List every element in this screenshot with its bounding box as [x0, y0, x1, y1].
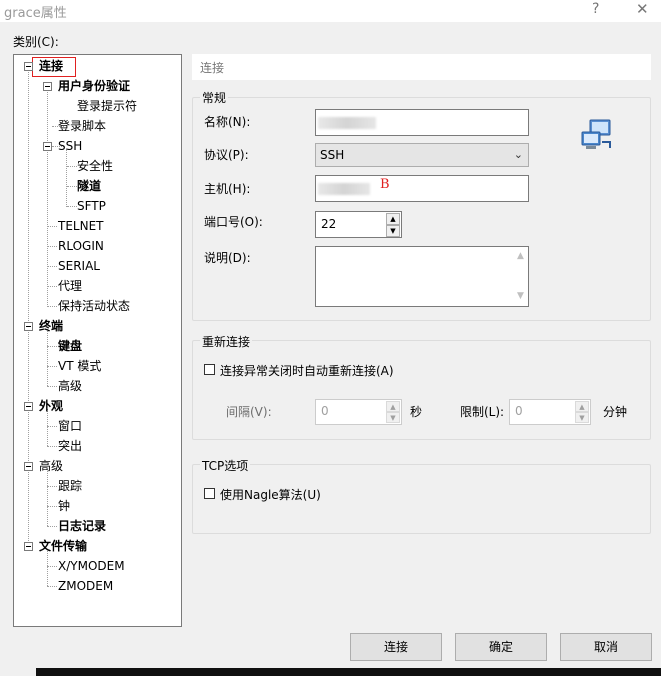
- limit-unit: 分钟: [603, 405, 628, 419]
- collapse-icon[interactable]: [24, 462, 33, 471]
- auto-reconnect-label: 连接异常关闭时自动重新连接(A): [220, 364, 394, 378]
- nagle-label: 使用Nagle算法(U): [220, 488, 321, 502]
- redacted-value: [318, 117, 376, 129]
- window-title: grace属性: [4, 6, 67, 21]
- interval-label: 间隔(V):: [226, 405, 272, 419]
- port-label: 端口号(O):: [204, 215, 263, 229]
- category-label: 类别(C):: [13, 35, 59, 49]
- reconnect-group-title: 重新连接: [200, 333, 253, 350]
- tree-item-xymodem[interactable]: X/YMODEM: [58, 557, 125, 575]
- tree-item-proxy[interactable]: 代理: [58, 277, 82, 295]
- tree-item-serial[interactable]: SERIAL: [58, 257, 100, 275]
- protocol-select[interactable]: SSH ⌄: [315, 143, 529, 167]
- taskbar-edge: [0, 668, 661, 676]
- tree-item-highlight[interactable]: 突出: [58, 437, 82, 455]
- protocol-label: 协议(P):: [204, 148, 249, 162]
- tree-item-login-prompt[interactable]: 登录提示符: [77, 97, 137, 115]
- nagle-checkbox[interactable]: [204, 488, 215, 499]
- tree-item-terminal[interactable]: 终端: [39, 317, 63, 335]
- tree-item-trace[interactable]: 跟踪: [58, 477, 82, 495]
- page-header: 连接: [192, 54, 651, 80]
- interval-stepper[interactable]: 0 ▲ ▼: [315, 399, 402, 425]
- tcp-group-title: TCP选项: [200, 457, 251, 474]
- collapse-icon[interactable]: [43, 82, 52, 91]
- tree-item-bell[interactable]: 钟: [58, 497, 70, 515]
- cancel-button[interactable]: 取消: [560, 633, 652, 661]
- close-button[interactable]: ✕: [636, 0, 649, 18]
- tree-item-auth[interactable]: 用户身份验证: [58, 77, 130, 95]
- tree-item-connection[interactable]: 连接: [39, 57, 63, 75]
- tree-item-logging[interactable]: 日志记录: [58, 517, 106, 535]
- host-label: 主机(H):: [204, 182, 251, 196]
- tree-item-rlogin[interactable]: RLOGIN: [58, 237, 104, 255]
- reconnect-group: [192, 340, 651, 440]
- spin-down-icon[interactable]: ▼: [575, 412, 589, 423]
- spin-down-icon[interactable]: ▼: [386, 225, 400, 237]
- name-label: 名称(N):: [204, 115, 251, 129]
- help-button[interactable]: ?: [592, 1, 599, 17]
- spin-up-icon[interactable]: ▲: [386, 401, 400, 412]
- tree-item-appearance[interactable]: 外观: [39, 397, 63, 415]
- limit-stepper[interactable]: 0 ▲ ▼: [509, 399, 591, 425]
- collapse-icon[interactable]: [24, 322, 33, 331]
- tree-item-zmodem[interactable]: ZMODEM: [58, 577, 113, 595]
- description-textarea[interactable]: ▲ ▼: [315, 246, 529, 307]
- port-stepper[interactable]: 22 ▲ ▼: [315, 211, 402, 238]
- scrollbar[interactable]: ▲ ▼: [514, 247, 528, 306]
- tree-item-window[interactable]: 窗口: [58, 417, 82, 435]
- host-input[interactable]: [315, 175, 529, 202]
- spin-down-icon[interactable]: ▼: [386, 412, 400, 423]
- tree-item-terminal-advanced[interactable]: 高级: [58, 377, 82, 395]
- redacted-value: [318, 183, 370, 195]
- tree-item-keyboard[interactable]: 键盘: [58, 337, 82, 355]
- collapse-icon[interactable]: [24, 402, 33, 411]
- tree-item-vt-mode[interactable]: VT 模式: [58, 357, 101, 375]
- tree-item-sftp[interactable]: SFTP: [77, 197, 106, 215]
- category-tree[interactable]: 连接 用户身份验证 登录提示符 登录脚本 SSH 安全性 隧道 SFTP TEL…: [13, 54, 182, 627]
- connect-button[interactable]: 连接: [350, 633, 442, 661]
- page-title: 连接: [200, 61, 225, 75]
- collapse-icon[interactable]: [24, 62, 33, 71]
- tree-item-security[interactable]: 安全性: [77, 157, 113, 175]
- limit-label: 限制(L):: [460, 405, 505, 419]
- title-bar: grace属性 ? ✕: [0, 0, 661, 22]
- description-label: 说明(D):: [204, 251, 251, 265]
- spin-up-icon[interactable]: ▲: [386, 213, 400, 225]
- tree-item-tunnel[interactable]: 隧道: [77, 177, 101, 195]
- ok-button[interactable]: 确定: [455, 633, 547, 661]
- general-group-title: 常规: [200, 89, 229, 106]
- chevron-down-icon: ⌄: [513, 148, 523, 161]
- session-icon: [580, 118, 614, 152]
- tree-item-file-transfer[interactable]: 文件传输: [39, 537, 87, 555]
- tree-item-login-script[interactable]: 登录脚本: [58, 117, 106, 135]
- name-input[interactable]: [315, 109, 529, 136]
- auto-reconnect-checkbox[interactable]: [204, 364, 215, 375]
- tree-item-ssh[interactable]: SSH: [58, 137, 82, 155]
- tree-item-telnet[interactable]: TELNET: [58, 217, 104, 235]
- tree-item-advanced[interactable]: 高级: [39, 457, 63, 475]
- interval-unit: 秒: [410, 405, 423, 419]
- annotation-b: B: [380, 177, 390, 192]
- tree-item-keepalive[interactable]: 保持活动状态: [58, 297, 130, 315]
- collapse-icon[interactable]: [24, 542, 33, 551]
- spin-up-icon[interactable]: ▲: [575, 401, 589, 412]
- collapse-icon[interactable]: [43, 142, 52, 151]
